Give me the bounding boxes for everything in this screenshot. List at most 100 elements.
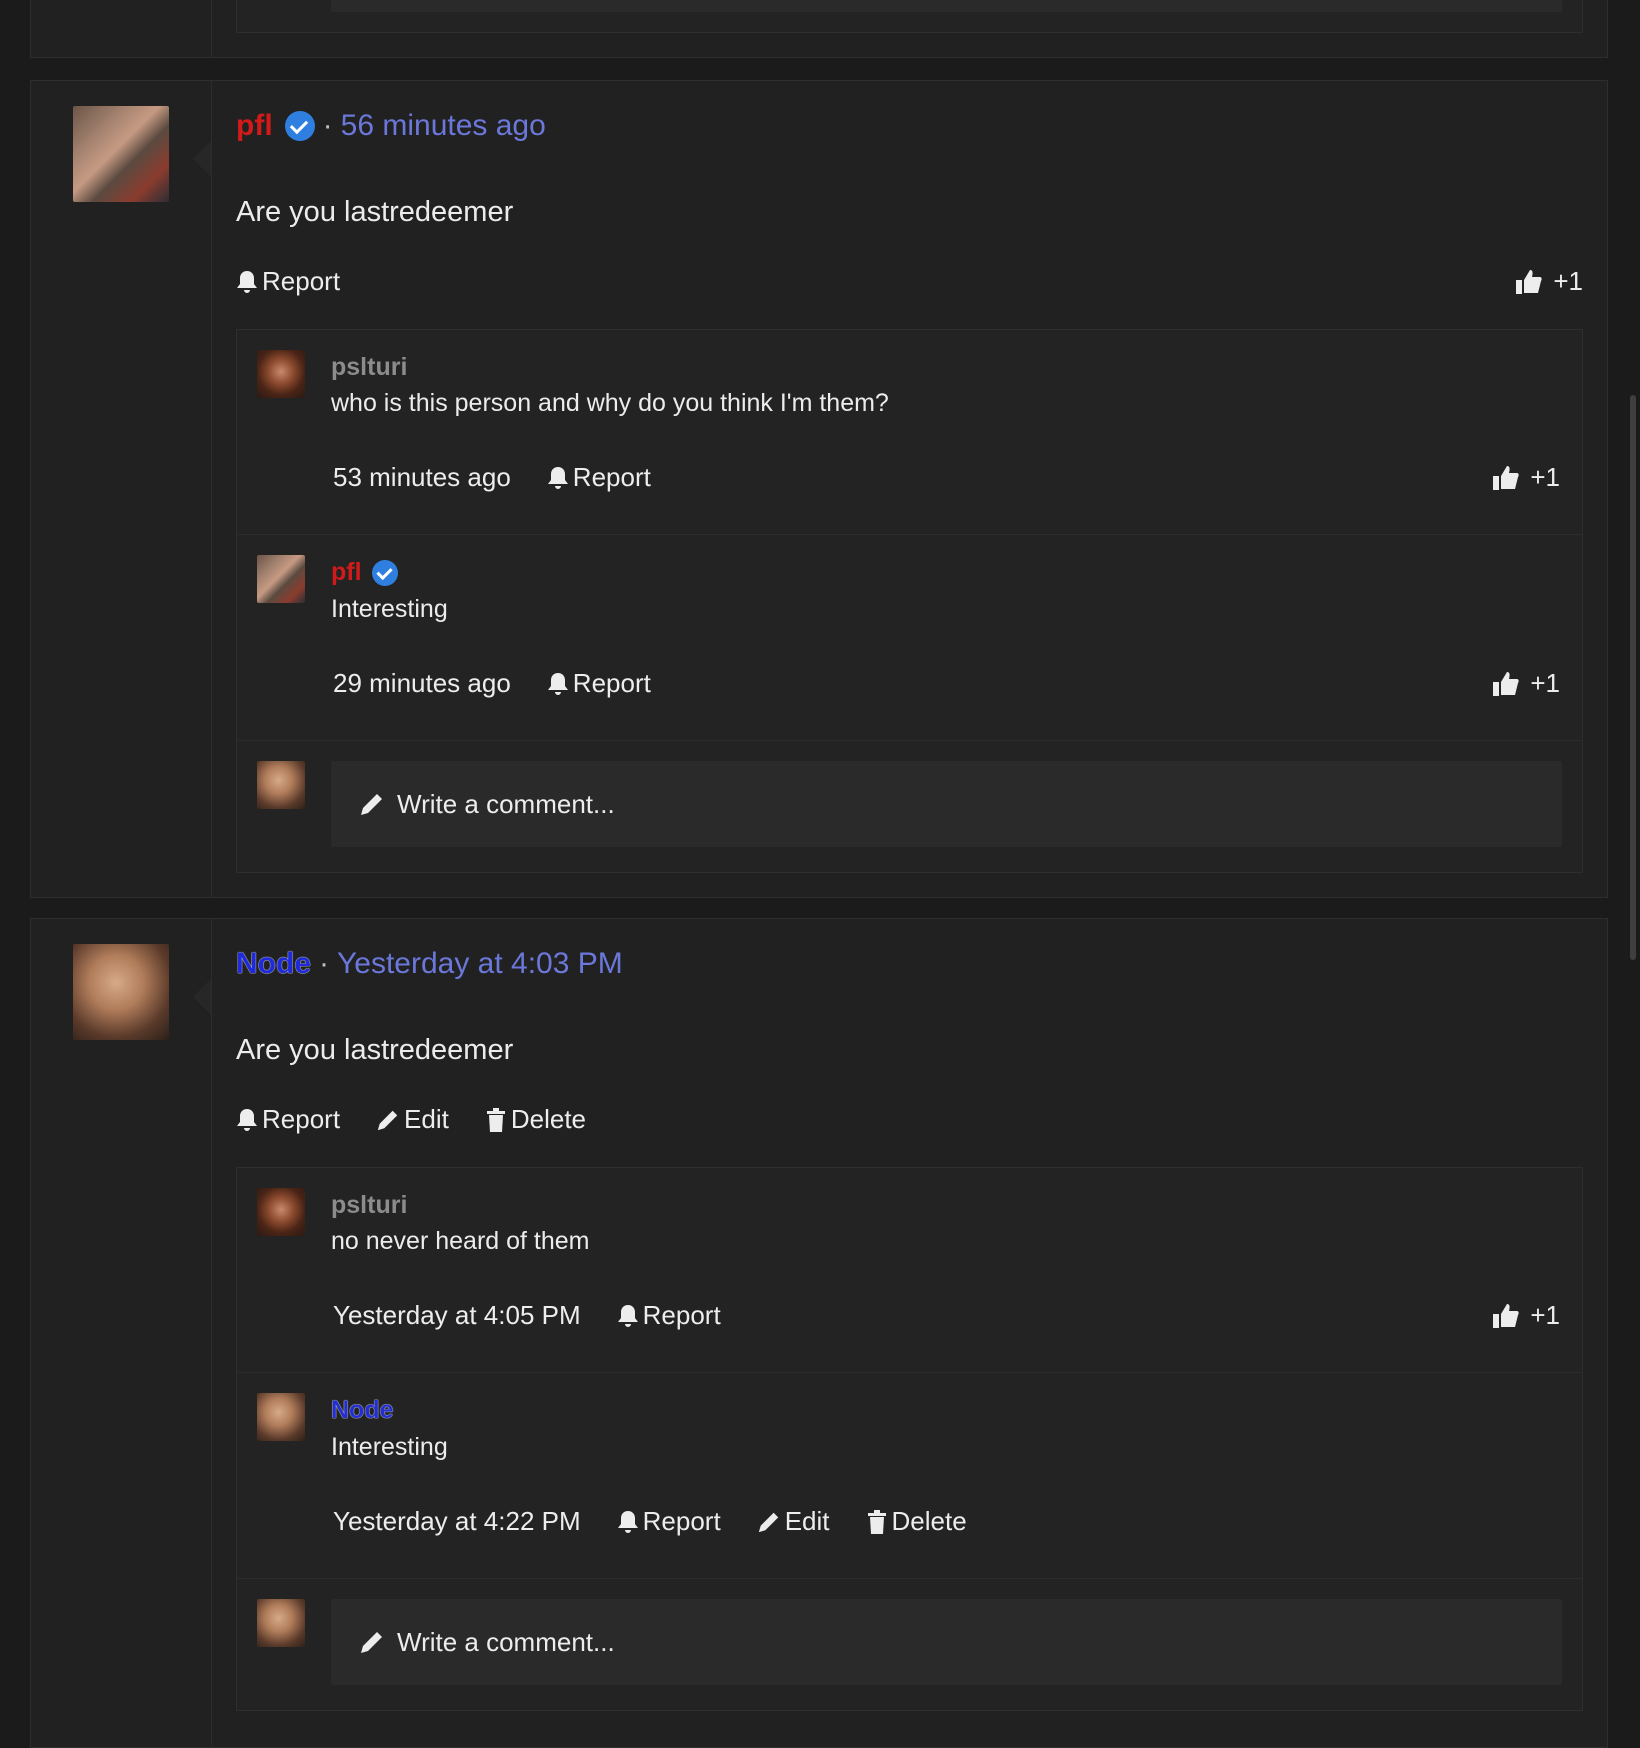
report-button[interactable]: Report [547,668,651,699]
avatar-column [31,919,212,1747]
write-comment-input[interactable]: Write a comment... [331,1599,1562,1685]
avatar[interactable] [73,944,169,1040]
post-text: Are you lastredeemer [236,1034,514,1066]
thumbs-up-icon [1493,671,1520,696]
avatar[interactable] [257,1393,305,1441]
wall-post: Node · Yesterday at 4:03 PM Are you last… [30,918,1608,1748]
like-button[interactable]: +1 [1492,1300,1560,1331]
like-count: +1 [1553,266,1583,296]
delete-button[interactable]: Delete [866,1506,967,1537]
reply-time[interactable]: 29 minutes ago [333,668,511,699]
reply-text: Interesting [331,595,448,623]
current-user-avatar[interactable] [257,1599,305,1647]
reply-text: who is this person and why do you think … [331,389,889,417]
reply-time[interactable]: Yesterday at 4:22 PM [333,1506,581,1537]
reply-item: pslturi no never heard of them Yesterday… [237,1168,1582,1373]
previous-write-field [331,0,1562,12]
reply-username[interactable]: Node [331,1396,394,1425]
reply-username-row: pfl [331,558,398,587]
bell-icon [237,1108,257,1131]
edit-button[interactable]: Edit [376,1104,449,1135]
delete-label: Delete [510,1104,587,1134]
avatar-column [31,81,212,897]
previous-replies-box [236,0,1583,33]
separator-dot: · [322,109,333,142]
reply-meta: Yesterday at 4:22 PM Report Edit Delete [333,1506,1003,1537]
reply-time[interactable]: Yesterday at 4:05 PM [333,1300,581,1331]
replies-box: pslturi no never heard of them Yesterday… [236,1167,1583,1711]
reply-item: Node Interesting Yesterday at 4:22 PM Re… [237,1373,1582,1579]
delete-label: Delete [891,1506,967,1536]
thumbs-up-icon [1493,465,1520,490]
like-button[interactable]: +1 [1492,462,1560,493]
pencil-icon [758,1512,778,1532]
previous-post [30,0,1608,58]
like-count: +1 [1530,1300,1560,1330]
write-comment-input[interactable]: Write a comment... [331,761,1562,847]
reply-item: pslturi who is this person and why do yo… [237,330,1582,535]
reply-username[interactable]: pfl [331,558,362,587]
report-button[interactable]: Report [236,1104,340,1135]
avatar-column [31,0,212,57]
post-username[interactable]: Node [236,947,311,981]
post-text: Are you lastredeemer [236,196,514,228]
bell-icon [547,672,568,695]
bell-icon [617,1510,638,1533]
report-label: Report [572,668,651,698]
reply-text: Interesting [331,1433,448,1461]
like-button[interactable]: +1 [1515,266,1583,297]
pencil-icon [377,1110,398,1130]
avatar[interactable] [257,555,305,603]
verified-badge-icon [284,111,315,141]
like-button[interactable]: +1 [1492,668,1560,699]
report-button[interactable]: Report [236,266,340,297]
reply-time[interactable]: 53 minutes ago [333,462,511,493]
reply-meta: 53 minutes ago Report [333,462,687,493]
report-button[interactable]: Report [617,1506,721,1537]
reply-username[interactable]: pslturi [331,1191,407,1220]
post-username[interactable]: pfl [236,109,273,143]
reply-username-row: Node [331,1396,394,1425]
avatar[interactable] [73,106,169,202]
report-label: Report [572,462,651,492]
report-label: Report [262,266,341,296]
current-user-avatar[interactable] [257,761,305,809]
edit-label: Edit [404,1104,449,1134]
post-time[interactable]: Yesterday at 4:03 PM [337,947,623,981]
edit-button[interactable]: Edit [757,1506,830,1537]
replies-box: pslturi who is this person and why do yo… [236,329,1583,873]
reply-item: pfl Interesting 29 minutes ago Report +1 [237,535,1582,741]
avatar[interactable] [257,350,305,398]
write-comment-placeholder: Write a comment... [397,1626,615,1657]
trash-icon [486,1107,505,1132]
thumbs-up-icon [1493,1303,1520,1328]
reply-meta: Yesterday at 4:05 PM Report [333,1300,757,1331]
avatar[interactable] [257,1188,305,1236]
delete-button[interactable]: Delete [485,1104,586,1135]
post-arrow [193,979,211,1015]
wall-post: pfl · 56 minutes ago Are you lastredeeme… [30,80,1608,898]
post-header: Node · Yesterday at 4:03 PM [236,947,623,981]
scrollbar[interactable] [1630,395,1636,960]
report-button[interactable]: Report [617,1300,721,1331]
report-label: Report [642,1300,721,1330]
post-actions: Report Edit Delete [236,1104,622,1135]
reply-meta: 29 minutes ago Report [333,668,687,699]
bell-icon [237,270,257,293]
trash-icon [867,1509,886,1534]
post-header: pfl · 56 minutes ago [236,109,546,143]
report-button[interactable]: Report [547,462,651,493]
thumbs-up-icon [1516,269,1543,294]
pencil-icon [361,794,382,815]
post-time[interactable]: 56 minutes ago [341,109,546,143]
post-actions: Report [236,266,376,297]
bell-icon [547,466,568,489]
edit-label: Edit [784,1506,830,1536]
report-label: Report [262,1104,341,1134]
like-count: +1 [1530,668,1560,698]
write-comment-placeholder: Write a comment... [397,788,615,819]
reply-text: no never heard of them [331,1227,590,1255]
pencil-icon [361,1632,382,1653]
reply-username[interactable]: pslturi [331,353,407,382]
verified-badge-icon [371,559,398,586]
